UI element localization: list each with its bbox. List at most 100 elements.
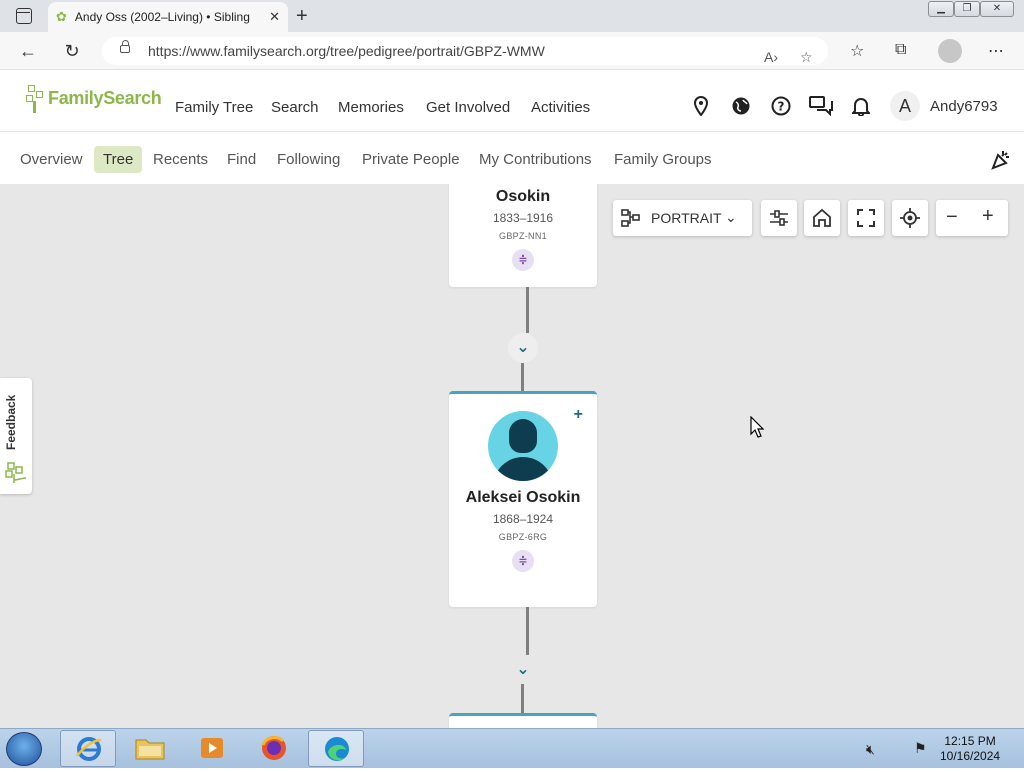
person-name: Osokin — [495, 188, 551, 205]
browser-tab-strip: ✿ Andy Oss (2002–Living) • Sibling ✕ + ▁… — [0, 0, 1024, 32]
browser-tab[interactable]: ✿ Andy Oss (2002–Living) • Sibling ✕ — [48, 2, 288, 32]
nav-memories[interactable]: Memories — [338, 99, 404, 116]
tree-logo-icon — [24, 83, 46, 113]
clock-time: 12:15 PM — [944, 734, 996, 748]
url-text: https://www.familysearch.org/tree/pedigr… — [148, 43, 545, 59]
expand-chevron-icon[interactable]: ⌄ — [508, 655, 538, 685]
new-tab-button[interactable]: + — [296, 5, 308, 28]
familysearch-logo[interactable]: FamilySearch — [24, 83, 162, 113]
feedback-label: Feedback — [4, 394, 18, 450]
celebration-icon[interactable] — [990, 148, 1012, 175]
view-mode-dropdown[interactable]: PORTRAIT ⌄ — [613, 200, 752, 236]
settings-sliders-button[interactable] — [761, 200, 797, 236]
close-window-button[interactable]: ✕ — [980, 1, 1014, 17]
network-error-icon[interactable]: ⚑ — [914, 740, 927, 757]
help-icon[interactable]: ? — [770, 96, 792, 118]
person-name: Aleksei Osokin — [465, 489, 581, 506]
add-person-icon[interactable]: + — [574, 406, 583, 424]
person-id: GBPZ-6RG — [498, 532, 548, 542]
windows-taskbar: 🔇︎ ⚑ 12:15 PM 10/16/2024 — [0, 728, 1024, 768]
home-icon — [813, 208, 831, 227]
user-avatar[interactable]: A — [890, 91, 920, 121]
feedback-tab[interactable]: Feedback — [0, 378, 32, 494]
favorites-icon[interactable]: ☆ — [850, 41, 864, 61]
more-menu-icon[interactable]: ⋯ — [988, 41, 1004, 61]
family-badge-icon[interactable]: ≑ — [512, 550, 534, 572]
person-card[interactable] — [449, 713, 597, 728]
pedigree-canvas[interactable]: Osokin 1833–1916 GBPZ-NN1 ≑ ⌄ + Aleksei … — [0, 184, 1024, 728]
nav-search[interactable]: Search — [271, 99, 319, 116]
tab-title: Andy Oss (2002–Living) • Sibling — [74, 10, 250, 24]
start-button[interactable] — [6, 732, 42, 766]
subnav-overview[interactable]: Overview — [20, 151, 83, 168]
firefox-taskbar-icon[interactable] — [246, 730, 302, 767]
person-dates: 1868–1924 — [492, 512, 554, 526]
connector-line — [521, 684, 524, 714]
familysearch-favicon-icon: ✿ — [56, 9, 67, 24]
restore-button[interactable]: ❐ — [954, 1, 980, 17]
add-favorite-icon[interactable]: ☆ — [800, 43, 813, 71]
internet-explorer-taskbar-icon[interactable] — [60, 730, 116, 767]
subnav-tree[interactable]: Tree — [94, 146, 143, 173]
zoom-out-button[interactable]: − — [946, 206, 958, 229]
back-arrow-icon[interactable]: ← — [16, 40, 40, 64]
site-header: FamilySearch Family Tree Search Memories… — [0, 71, 1024, 132]
zoom-in-button[interactable]: + — [982, 205, 994, 228]
subnav-find[interactable]: Find — [227, 151, 256, 168]
refresh-icon[interactable]: ↻ — [60, 40, 84, 64]
person-card[interactable]: + Aleksei Osokin 1868–1924 GBPZ-6RG ≑ — [449, 391, 597, 607]
family-badge-icon[interactable]: ≑ — [512, 249, 534, 271]
url-bar[interactable]: https://www.familysearch.org/tree/pedigr… — [102, 37, 828, 65]
svg-text:?: ? — [778, 100, 785, 114]
pedigree-icon — [621, 209, 640, 227]
subnav-following[interactable]: Following — [277, 151, 340, 168]
collections-icon[interactable]: ⧉ — [895, 41, 906, 59]
read-aloud-icon[interactable]: A› — [764, 43, 778, 71]
subnav-recents[interactable]: Recents — [153, 151, 208, 168]
edge-taskbar-icon[interactable] — [308, 730, 364, 767]
chevron-down-icon: ⌄ — [725, 209, 737, 225]
mouse-cursor-icon — [750, 416, 764, 438]
fullscreen-button[interactable] — [848, 200, 884, 236]
minimize-button[interactable]: ▁ — [928, 1, 954, 17]
nav-activities[interactable]: Activities — [531, 99, 590, 116]
subnav-my-contributions[interactable]: My Contributions — [479, 151, 592, 168]
family-tree-subnav: Overview Tree Recents Find Following Pri… — [0, 132, 1024, 184]
subnav-private-people[interactable]: Private People — [362, 151, 460, 168]
logo-text: FamilySearch — [48, 87, 162, 108]
expand-chevron-icon[interactable]: ⌄ — [508, 333, 538, 363]
notifications-bell-icon[interactable] — [850, 96, 872, 118]
location-pin-icon[interactable] — [690, 95, 712, 118]
media-player-taskbar-icon[interactable] — [184, 730, 240, 767]
connector-line — [521, 363, 524, 391]
address-toolbar: ← ↻ https://www.familysearch.org/tree/pe… — [0, 32, 1024, 70]
file-explorer-taskbar-icon[interactable] — [122, 730, 178, 767]
recenter-button[interactable] — [892, 200, 928, 236]
tab-actions-icon[interactable] — [16, 8, 32, 24]
subnav-family-groups[interactable]: Family Groups — [614, 151, 712, 168]
close-tab-icon[interactable]: ✕ — [269, 9, 280, 25]
connector-line — [526, 287, 529, 333]
lock-icon — [120, 40, 130, 53]
clock-date: 10/16/2024 — [940, 749, 1001, 763]
volume-muted-icon[interactable]: 🔇︎ — [866, 741, 875, 758]
crosshair-icon — [900, 208, 920, 228]
portrait-placeholder-icon — [488, 411, 558, 481]
feedback-logo-icon — [4, 462, 28, 484]
username[interactable]: Andy6793 — [930, 98, 998, 115]
nav-get-involved[interactable]: Get Involved — [426, 99, 510, 116]
sliders-icon — [770, 210, 788, 226]
person-dates: 1833–1916 — [492, 211, 554, 225]
globe-icon[interactable] — [730, 96, 752, 118]
fullscreen-icon — [857, 209, 875, 227]
connector-line — [526, 607, 529, 655]
system-clock[interactable]: 12:15 PM 10/16/2024 — [940, 734, 1000, 764]
person-id: GBPZ-NN1 — [499, 231, 547, 241]
messages-icon[interactable] — [809, 96, 833, 118]
profile-avatar[interactable] — [938, 39, 962, 63]
person-card[interactable]: Osokin 1833–1916 GBPZ-NN1 ≑ — [449, 184, 597, 287]
nav-family-tree[interactable]: Family Tree — [175, 99, 253, 116]
zoom-controls: − + — [936, 200, 1008, 236]
view-mode-label: PORTRAIT — [651, 210, 722, 226]
home-button[interactable] — [804, 200, 840, 236]
